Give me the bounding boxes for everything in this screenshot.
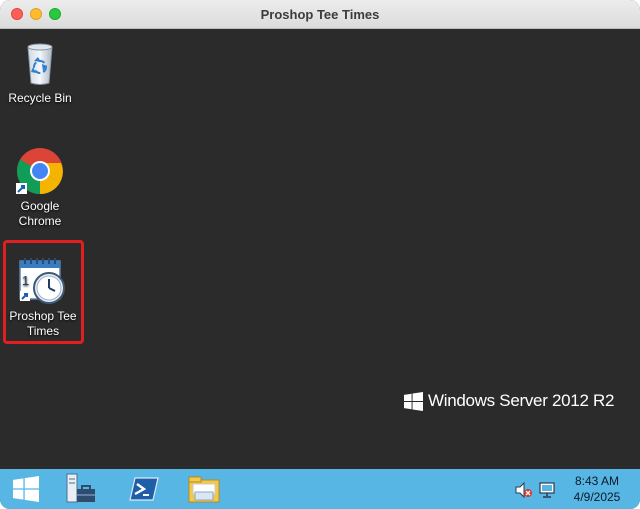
server-manager-icon: [66, 473, 95, 503]
chrome-icon: [16, 148, 63, 195]
desktop-icon-proshop-tee-times[interactable]: 1 Proshop Tee Times: [3, 241, 83, 367]
desktop: Recycle Bin Google Chrome 1 Proshop Tee …: [0, 29, 640, 469]
desktop-icon-label: Proshop Tee Times: [9, 309, 77, 338]
taskbar: 8:43 AM 4/9/2025: [0, 469, 640, 509]
os-watermark: Windows Server 2012 R2: [404, 391, 614, 411]
calendar-clock-icon: 1: [19, 258, 65, 304]
clock-date: 4/9/2025: [573, 490, 621, 504]
speaker-muted-icon[interactable]: [514, 481, 532, 499]
powershell-icon: [129, 477, 159, 501]
network-icon[interactable]: [538, 481, 556, 499]
start-button[interactable]: [6, 471, 46, 507]
window-title: Proshop Tee Times: [260, 7, 380, 22]
watermark-text: Windows Server 2012 R2: [428, 391, 615, 410]
svg-text:1: 1: [22, 273, 29, 288]
recycle-bin-icon: [27, 43, 53, 85]
desktop-icon-google-chrome[interactable]: Google Chrome: [2, 145, 78, 229]
windows-logo-icon: [404, 391, 423, 411]
desktop-icon-label: Recycle Bin: [8, 91, 72, 105]
file-explorer-icon: [188, 476, 220, 503]
powershell-button[interactable]: [124, 471, 164, 507]
server-manager-button[interactable]: [60, 471, 100, 507]
desktop-icon-recycle-bin[interactable]: Recycle Bin: [2, 37, 78, 106]
title-bar: Proshop Tee Times: [0, 0, 640, 29]
clock-time: 8:43 AM: [574, 474, 620, 488]
desktop-icon-label: Google Chrome: [18, 199, 62, 228]
system-clock[interactable]: 8:43 AM 4/9/2025: [566, 473, 628, 505]
file-explorer-button[interactable]: [184, 471, 224, 507]
start-icon: [13, 476, 39, 502]
app-window: Proshop Tee Times Recycle Bin Google Chr…: [0, 0, 640, 509]
